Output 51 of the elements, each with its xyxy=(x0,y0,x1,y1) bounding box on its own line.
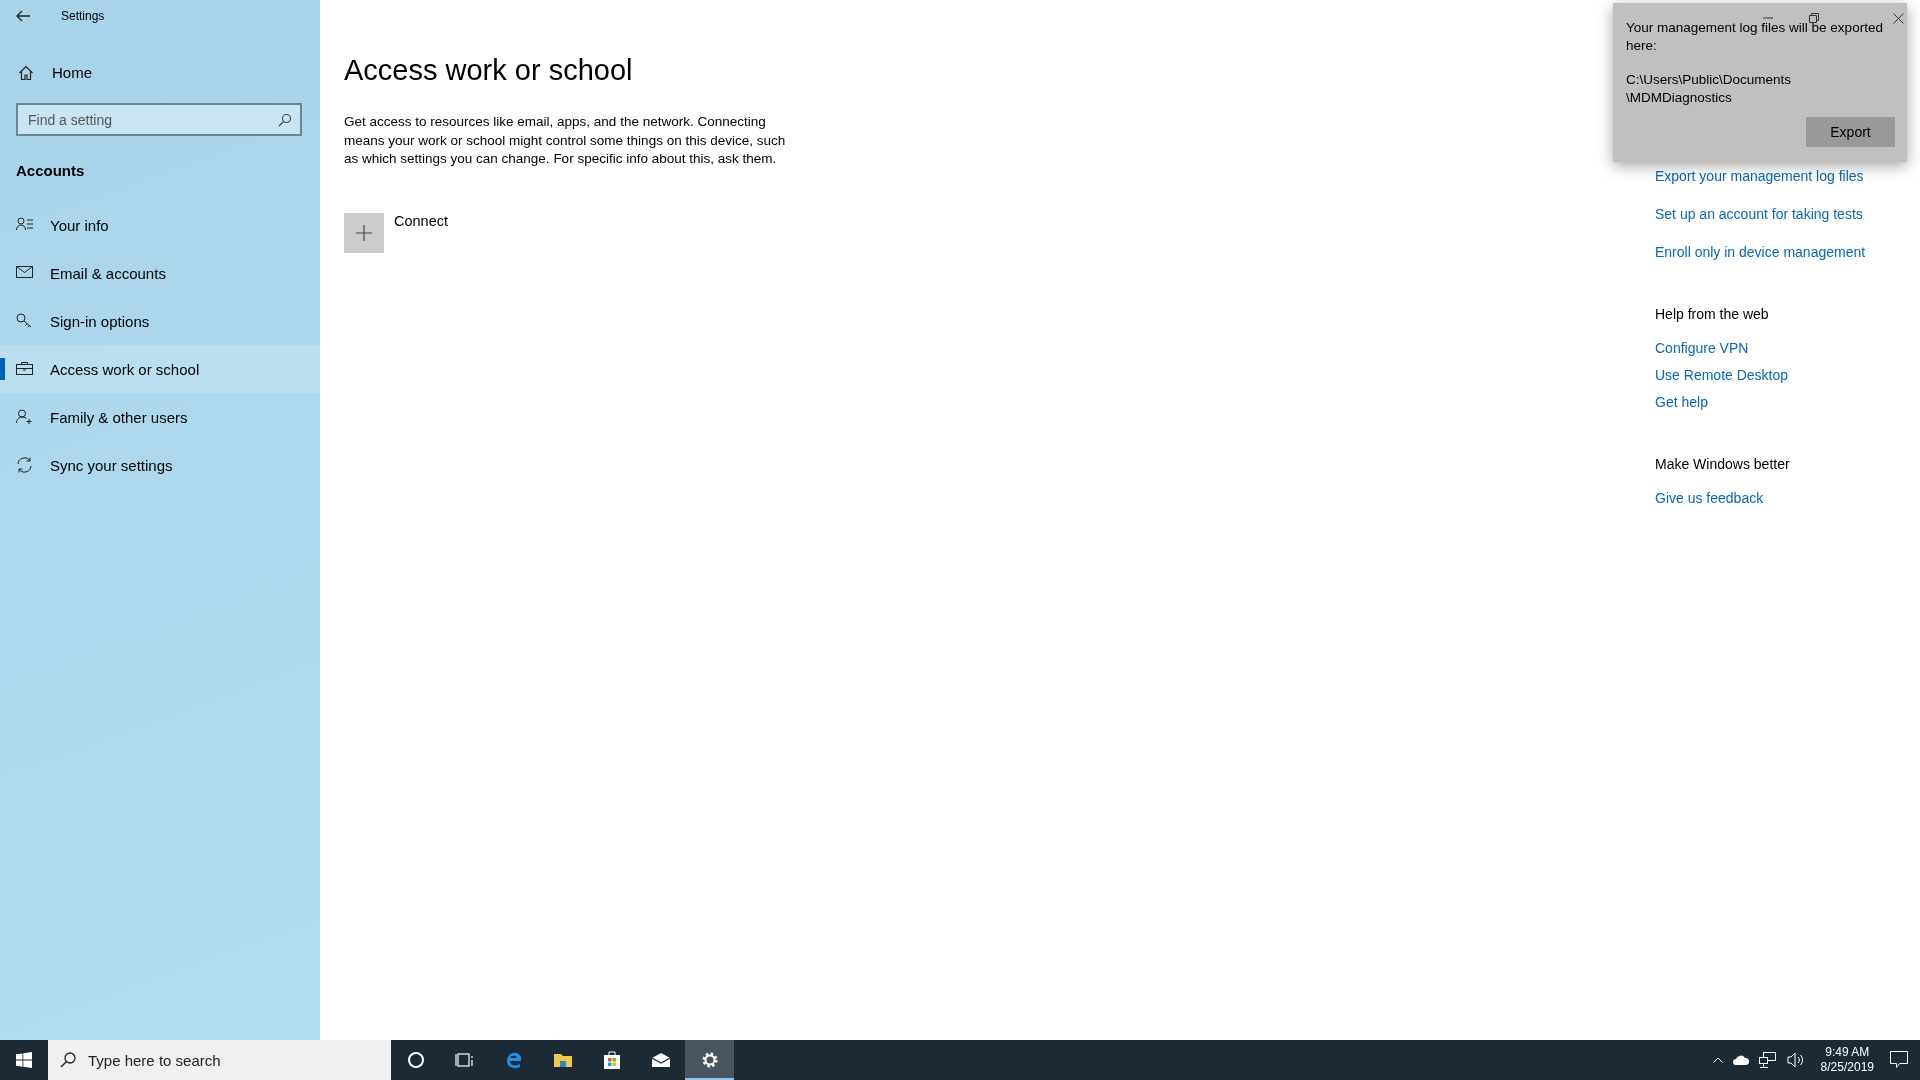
search-icon xyxy=(60,1052,76,1068)
shopping-bag-icon xyxy=(601,1050,622,1070)
home-link[interactable]: Home xyxy=(18,64,320,81)
section-heading: Make Windows better xyxy=(1655,456,1791,472)
briefcase-icon xyxy=(16,361,34,377)
envelope-icon xyxy=(16,265,34,281)
search-icon xyxy=(278,113,292,127)
file-path: C:\Users\Public\Documents \MDMDiagnostics xyxy=(1626,71,1793,107)
nav-item[interactable]: Family & other users xyxy=(0,393,320,441)
windows-logo-icon xyxy=(16,1052,32,1068)
link[interactable]: Use Remote Desktop xyxy=(1655,367,1920,383)
person-list-icon xyxy=(16,217,34,233)
envelope-icon xyxy=(650,1050,671,1070)
close-icon[interactable] xyxy=(1893,13,1904,24)
chevron-up-icon[interactable] xyxy=(1712,1057,1723,1063)
nav-item[interactable]: Access work or school xyxy=(0,345,320,393)
plus-icon xyxy=(356,224,372,241)
taskbar-search-field[interactable]: Type here to search xyxy=(48,1040,391,1080)
home-icon xyxy=(18,64,34,81)
export-button[interactable]: Export xyxy=(1806,117,1895,147)
section-heading: Help from the web xyxy=(1655,306,1770,322)
selection-bar xyxy=(0,358,5,380)
window-title: Settings xyxy=(61,9,105,23)
search-field[interactable]: Find a setting xyxy=(16,103,302,136)
link[interactable]: Enroll only in device management xyxy=(1655,244,1920,260)
taskbar-app-button[interactable] xyxy=(685,1040,734,1080)
link[interactable]: Get help xyxy=(1655,394,1920,410)
link[interactable]: Configure VPN xyxy=(1655,340,1920,356)
task-view-icon xyxy=(454,1050,475,1070)
dialog-message: Your management log files will be exported here: xyxy=(1626,19,1884,55)
link[interactable]: Export your management log files xyxy=(1655,168,1920,184)
link[interactable]: Give us feedback xyxy=(1655,490,1920,506)
cloud-icon[interactable] xyxy=(1732,1055,1749,1065)
nav-item[interactable]: Email & accounts xyxy=(0,249,320,297)
key-icon xyxy=(16,313,34,329)
nav-item[interactable]: Sign-in options xyxy=(0,297,320,345)
back-arrow-icon[interactable] xyxy=(15,10,31,22)
description-text: Get access to resources like email, apps, and the network. Connecting means your work or school might control some things on this device, such as which settings you can change. For specific info about this, ask them. xyxy=(344,113,787,168)
network-icon[interactable] xyxy=(1758,1052,1777,1068)
notification-icon[interactable] xyxy=(1890,1051,1908,1069)
section-heading: Accounts xyxy=(16,162,86,179)
sync-icon xyxy=(16,457,34,473)
nav-item[interactable]: Sync your settings xyxy=(0,441,320,489)
clock[interactable]: 9:49 AM 8/25/2019 xyxy=(1820,1045,1874,1075)
link[interactable]: Set up an account for taking tests xyxy=(1655,206,1920,222)
connect-button[interactable]: Connect xyxy=(344,212,448,253)
circle-icon xyxy=(405,1050,426,1070)
restore-icon[interactable] xyxy=(1809,13,1819,23)
person-add-icon xyxy=(16,409,34,425)
nav-item[interactable]: Your info xyxy=(0,201,320,249)
speaker-icon[interactable] xyxy=(1786,1052,1805,1068)
